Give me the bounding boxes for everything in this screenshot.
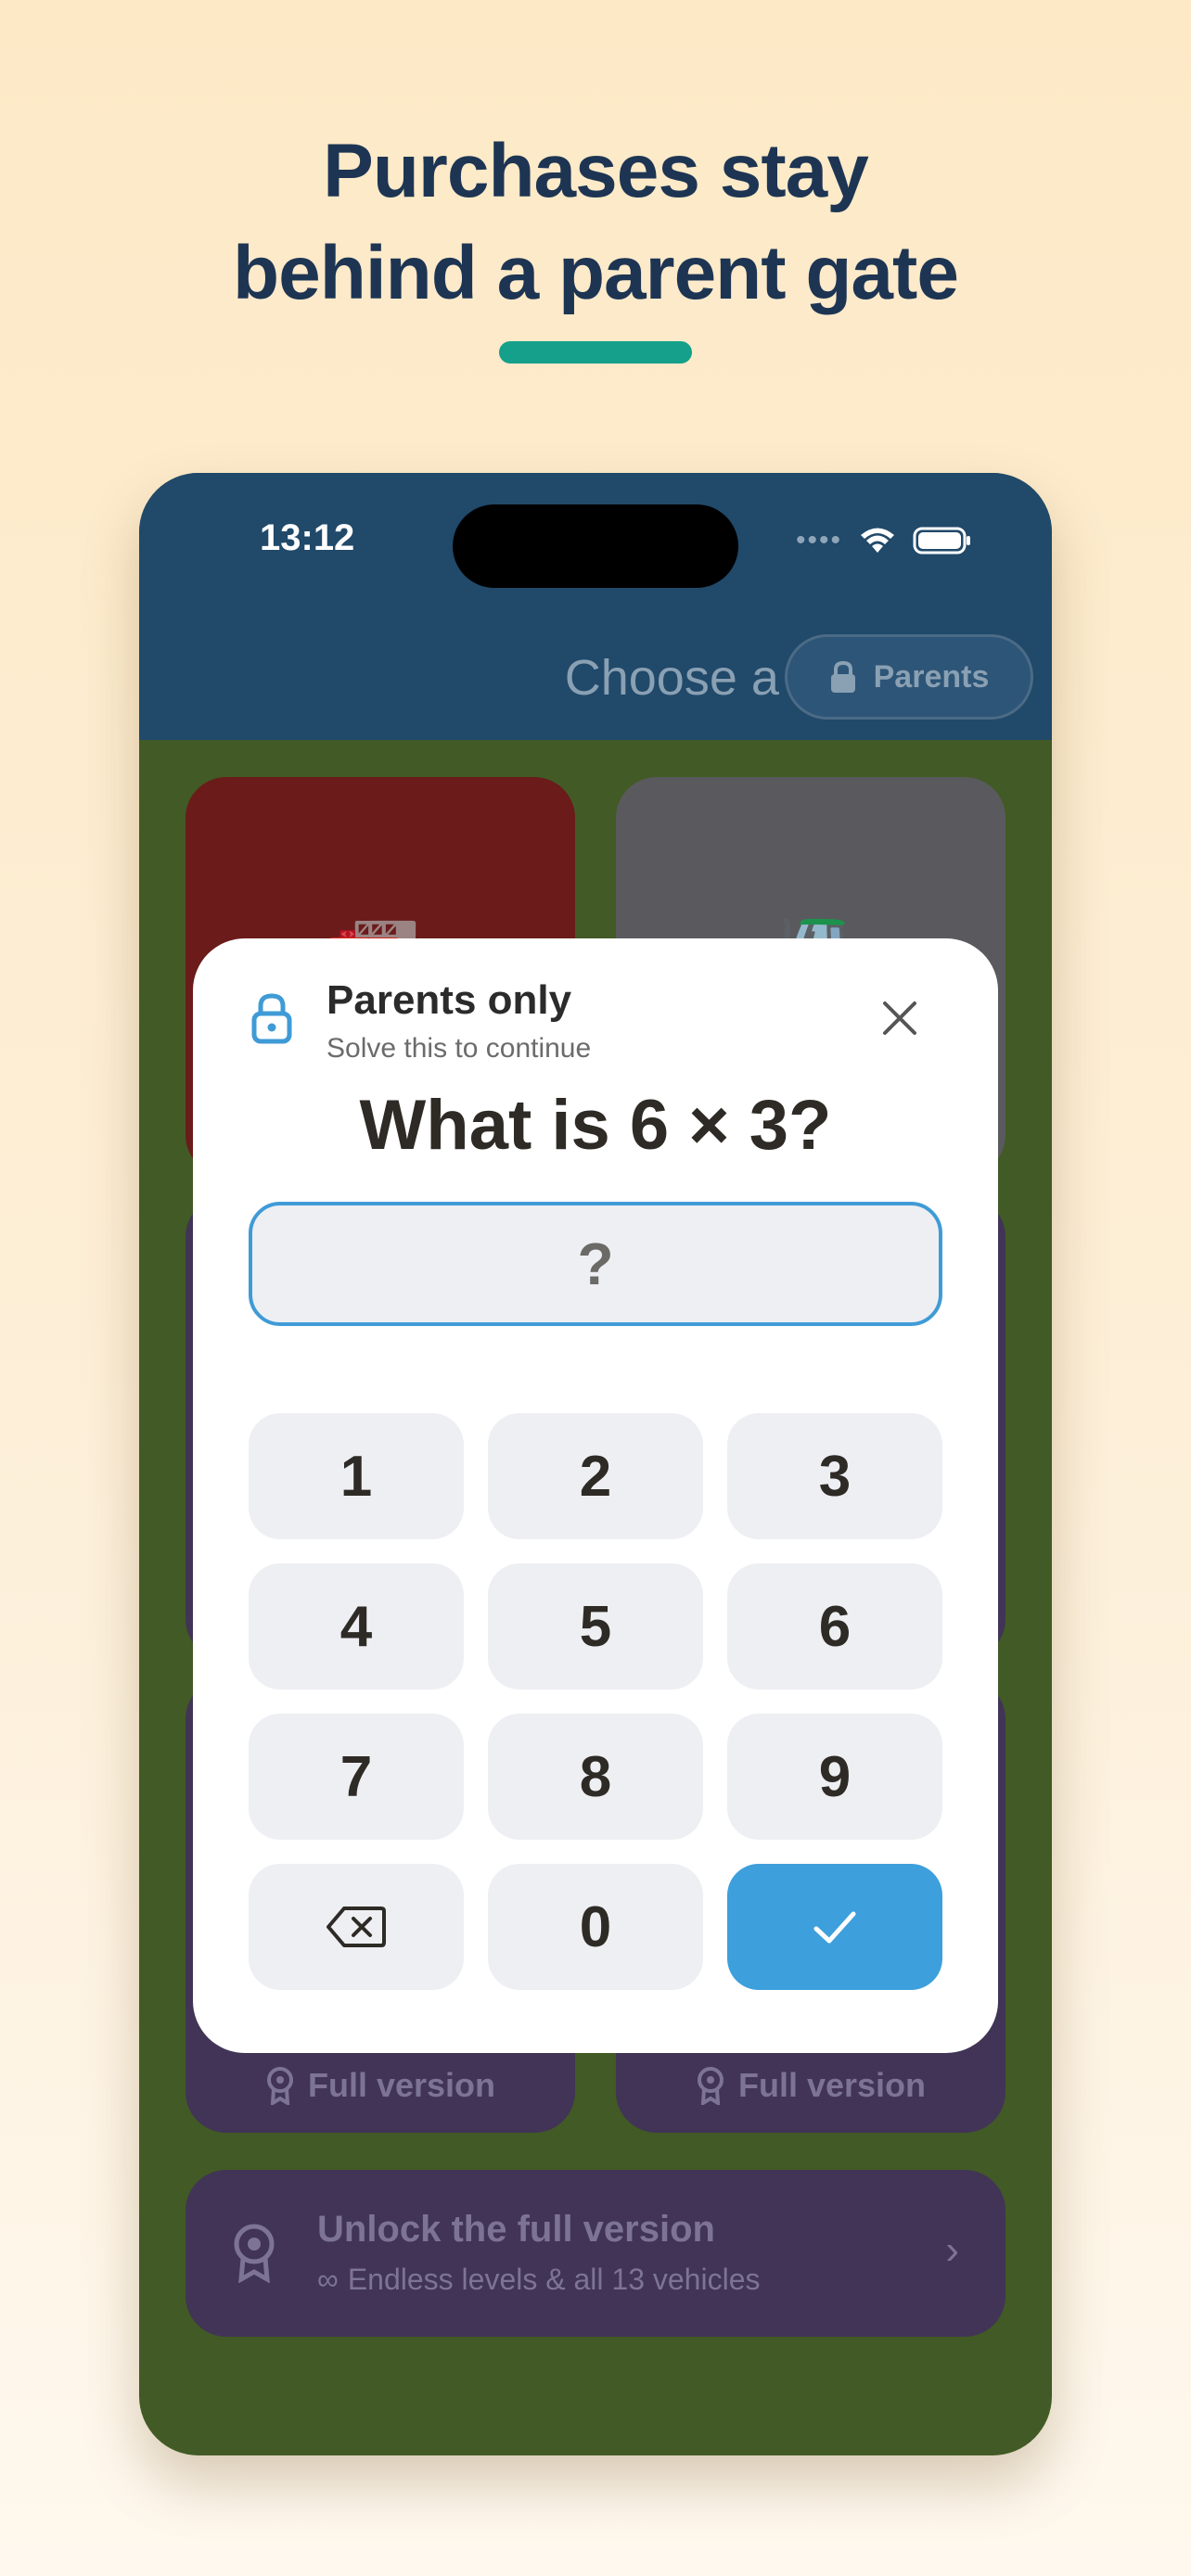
infinity-icon: ∞ (317, 2263, 339, 2296)
status-time: 13:12 (260, 517, 355, 558)
backspace-key[interactable] (249, 1864, 464, 1990)
key-3[interactable]: 3 (727, 1413, 942, 1539)
close-icon[interactable] (879, 998, 920, 1039)
unlock-full-version-banner[interactable]: Unlock the full version ∞ Endless levels… (186, 2170, 1005, 2337)
lock-icon (251, 993, 292, 1044)
key-7[interactable]: 7 (249, 1714, 464, 1840)
headline: Purchases stay behind a parent gate (0, 121, 1191, 325)
answer-field[interactable]: ? (249, 1202, 942, 1326)
confirm-button[interactable] (727, 1864, 942, 1990)
full-version-label: Full version (616, 2066, 1005, 2105)
status-icons: •••• (796, 527, 972, 555)
battery-icon (913, 527, 972, 555)
parents-button[interactable]: Parents (785, 634, 1033, 720)
full-version-text: Full version (737, 2066, 927, 2104)
key-5[interactable]: 5 (488, 1563, 703, 1690)
unlock-subtitle: Endless levels & all 13 vehicles (347, 2263, 761, 2296)
full-version-text: Full version (307, 2066, 496, 2104)
key-1[interactable]: 1 (249, 1413, 464, 1539)
award-icon (266, 2067, 293, 2105)
key-6[interactable]: 6 (727, 1563, 942, 1690)
math-question: What is 6 × 3? (359, 1086, 832, 1165)
dynamic-island (453, 504, 738, 588)
dialog-title: Parents only (327, 977, 572, 1023)
unlock-subtitle-row: ∞ Endless levels & all 13 vehicles (317, 2263, 760, 2297)
award-icon (697, 2067, 724, 2105)
award-badge-icon (234, 2224, 275, 2283)
parents-button-label: Parents (873, 658, 990, 695)
key-2[interactable]: 2 (488, 1413, 703, 1539)
headline-underline (499, 341, 692, 363)
key-4[interactable]: 4 (249, 1563, 464, 1690)
parent-gate-dialog: Parents only Solve this to continue What… (193, 938, 998, 2053)
headline-line-2: behind a parent gate (233, 231, 959, 315)
key-8[interactable]: 8 (488, 1714, 703, 1840)
cellular-signal-icon: •••• (795, 525, 842, 555)
wifi-icon (859, 527, 896, 555)
full-version-label: Full version (186, 2066, 575, 2105)
headline-line-1: Purchases stay (323, 129, 869, 213)
chevron-right-icon: › (945, 2227, 959, 2273)
key-0[interactable]: 0 (488, 1864, 703, 1990)
unlock-title: Unlock the full version (317, 2209, 715, 2250)
backspace-icon (327, 1906, 386, 1947)
lock-icon (830, 660, 855, 693)
numeric-keypad: 1 2 3 4 5 6 7 8 9 0 (249, 1413, 942, 1990)
key-9[interactable]: 9 (727, 1714, 942, 1840)
app-header: 13:12 •••• Choose a Road Parents (139, 473, 1052, 740)
checkmark-icon (813, 1911, 856, 1944)
dialog-subtitle: Solve this to continue (327, 1033, 592, 1064)
